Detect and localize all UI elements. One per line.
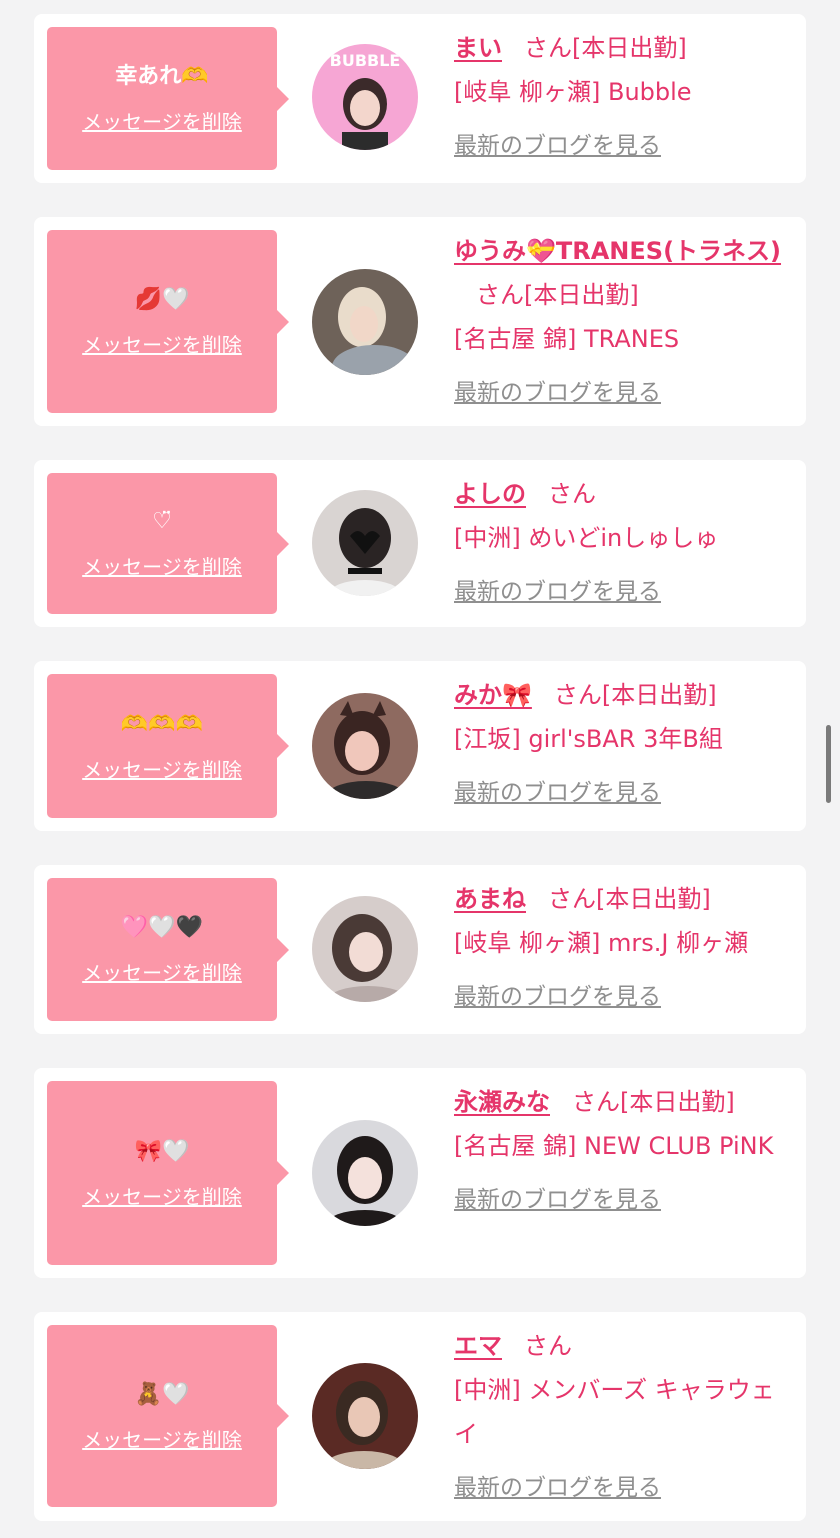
avatar[interactable] bbox=[312, 269, 418, 375]
status-label: [本日出勤] bbox=[601, 681, 717, 709]
message-bubble: 🫶🫶🫶 メッセージを削除 bbox=[47, 674, 289, 818]
list-item: 💋🤍 メッセージを削除 ゆうみ💝TRANES(トラネス) さん[本日出勤] [名古… bbox=[34, 217, 806, 426]
item-info: エマ さん [中洲] メンバーズ キャラウェイ 最新のブログを見る bbox=[454, 1324, 794, 1510]
avatar-logo-text: BUBBLE bbox=[330, 51, 401, 70]
delete-message-link[interactable]: メッセージを削除 bbox=[82, 329, 242, 358]
avatar[interactable] bbox=[312, 1120, 418, 1226]
latest-blog-link[interactable]: 最新のブログを見る bbox=[454, 1178, 661, 1222]
list-item: 🧸🤍 メッセージを削除 エマ さん [中洲] メンバーズ キャラウェイ 最新のブロ… bbox=[34, 1312, 806, 1521]
san-label: さん bbox=[548, 885, 596, 913]
latest-blog-link[interactable]: 最新のブログを見る bbox=[454, 1466, 661, 1510]
girl-name-link[interactable]: まい bbox=[454, 34, 502, 62]
delete-message-link[interactable]: メッセージを削除 bbox=[82, 106, 242, 135]
delete-message-link[interactable]: メッセージを削除 bbox=[82, 754, 242, 783]
san-label: さん bbox=[553, 681, 602, 709]
girl-name-link[interactable]: 永瀬みな bbox=[454, 1088, 550, 1116]
list-item: 🩷🤍🖤 メッセージを削除 あまね さん[本日出勤] [岐阜 柳ヶ瀬] mrs.J … bbox=[34, 865, 806, 1034]
item-info: ゆうみ💝TRANES(トラネス)さん[本日出勤] [名古屋 錦] TRANES … bbox=[454, 229, 794, 415]
message-text: 💋🤍 bbox=[134, 287, 190, 312]
latest-blog-link[interactable]: 最新のブログを見る bbox=[454, 975, 661, 1019]
message-text: 🎀🤍 bbox=[134, 1138, 190, 1164]
girl-name-link[interactable]: あまね bbox=[454, 885, 526, 913]
status-label: [本日出勤] bbox=[572, 34, 687, 62]
latest-blog-link[interactable]: 最新のブログを見る bbox=[454, 371, 661, 415]
delete-message-link[interactable]: メッセージを削除 bbox=[82, 1181, 242, 1210]
message-bubble: ♡̈ メッセージを削除 bbox=[47, 473, 289, 614]
list-item: 🎀🤍 メッセージを削除 永瀬みな さん[本日出勤] [名古屋 錦] NEW CLU… bbox=[34, 1068, 806, 1278]
shop-label: [名古屋 錦] NEW CLUB PiNK bbox=[454, 1132, 774, 1160]
status-label: [本日出勤] bbox=[596, 885, 711, 913]
message-bubble: 🎀🤍 メッセージを削除 bbox=[47, 1081, 289, 1265]
avatar[interactable] bbox=[312, 1363, 418, 1469]
san-label: さん bbox=[476, 281, 524, 309]
shop-label: [名古屋 錦] TRANES bbox=[454, 325, 680, 353]
avatar[interactable]: BUBBLE bbox=[312, 44, 418, 150]
item-info: みか🎀 さん[本日出勤] [江坂] girl'sBAR 3年B組 最新のブログを見… bbox=[454, 673, 794, 815]
san-label: さん bbox=[548, 480, 596, 508]
message-text: 🫶🫶🫶 bbox=[120, 711, 204, 737]
message-bubble: 🧸🤍 メッセージを削除 bbox=[47, 1325, 289, 1507]
latest-blog-link[interactable]: 最新のブログを見る bbox=[454, 124, 661, 168]
message-bubble: 💋🤍 メッセージを削除 bbox=[47, 230, 289, 413]
shop-label: [岐阜 柳ヶ瀬] mrs.J 柳ヶ瀬 bbox=[454, 929, 749, 957]
message-bubble: 幸あれ🫶 メッセージを削除 bbox=[47, 27, 289, 170]
message-text: 🧸🤍 bbox=[134, 1381, 190, 1407]
girl-name-link[interactable]: よしの bbox=[454, 480, 526, 508]
san-label: さん bbox=[524, 34, 572, 62]
avatar[interactable] bbox=[312, 490, 418, 596]
item-info: あまね さん[本日出勤] [岐阜 柳ヶ瀬] mrs.J 柳ヶ瀬 最新のブログを見る bbox=[454, 877, 794, 1019]
avatar[interactable] bbox=[312, 693, 418, 799]
san-label: さん bbox=[524, 1332, 572, 1360]
san-label: さん bbox=[572, 1088, 620, 1116]
delete-message-link[interactable]: メッセージを削除 bbox=[82, 957, 242, 986]
item-info: 永瀬みな さん[本日出勤] [名古屋 錦] NEW CLUB PiNK 最新のブロ… bbox=[454, 1080, 794, 1222]
delete-message-link[interactable]: メッセージを削除 bbox=[82, 551, 242, 580]
shop-label: [中洲] めいどinしゅしゅ bbox=[454, 524, 719, 552]
list-item: 🫶🫶🫶 メッセージを削除 みか🎀 さん[本日出勤] [江坂] girl'sBAR … bbox=[34, 661, 806, 831]
shop-label: [中洲] メンバーズ キャラウェイ bbox=[454, 1376, 775, 1448]
message-bubble: 🩷🤍🖤 メッセージを削除 bbox=[47, 878, 289, 1021]
item-info: よしの さん [中洲] めいどinしゅしゅ 最新のブログを見る bbox=[454, 472, 794, 614]
list-item: ♡̈ メッセージを削除 よしの さん [中洲] めいどinしゅしゅ 最新のブログを… bbox=[34, 460, 806, 627]
latest-blog-link[interactable]: 最新のブログを見る bbox=[454, 570, 661, 614]
item-info: まい さん[本日出勤] [岐阜 柳ヶ瀬] Bubble 最新のブログを見る bbox=[454, 26, 794, 168]
status-label: [本日出勤] bbox=[620, 1088, 735, 1116]
girl-name-link[interactable]: ゆうみ💝TRANES(トラネス) bbox=[454, 237, 781, 265]
shop-label: [岐阜 柳ヶ瀬] Bubble bbox=[454, 78, 692, 106]
list-item: 幸あれ🫶 メッセージを削除 BUBBLE まい さん[本日出勤] [岐阜 柳ヶ瀬]… bbox=[34, 14, 806, 183]
latest-blog-link[interactable]: 最新のブログを見る bbox=[454, 771, 661, 815]
delete-message-link[interactable]: メッセージを削除 bbox=[82, 1424, 242, 1453]
avatar[interactable] bbox=[312, 896, 418, 1002]
girl-name-link[interactable]: みか🎀 bbox=[454, 681, 532, 709]
scrollbar[interactable] bbox=[826, 725, 831, 803]
message-text: 🩷🤍🖤 bbox=[120, 915, 204, 940]
girl-name-link[interactable]: エマ bbox=[454, 1332, 502, 1360]
status-label: [本日出勤] bbox=[524, 281, 639, 309]
shop-label: [江坂] girl'sBAR 3年B組 bbox=[454, 725, 723, 753]
message-text: 幸あれ🫶 bbox=[115, 64, 209, 89]
message-text: ♡̈ bbox=[152, 509, 172, 534]
